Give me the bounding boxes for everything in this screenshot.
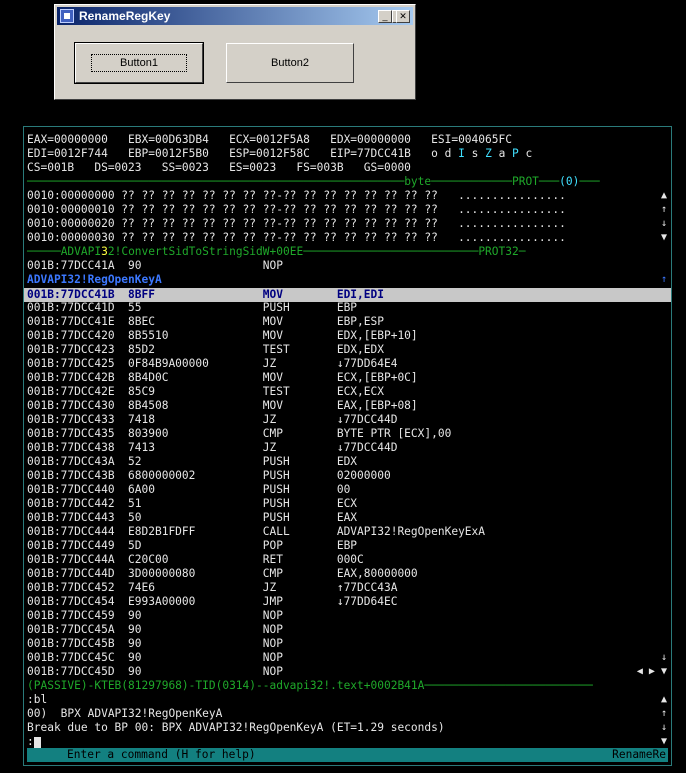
minimize-icon[interactable]: _ — [378, 10, 392, 23]
code-line[interactable]: 001B:77DCC43A 52 PUSH EDX — [27, 455, 357, 469]
code-line[interactable]: 001B:77DCC45B 90 NOP — [27, 637, 337, 651]
status-hint: Enter a command (H for help) — [67, 748, 256, 761]
command-output-line: Break due to BP 00: BPX ADVAPI32!RegOpen… — [27, 721, 445, 734]
scroll-down-icon[interactable]: ▼ — [661, 231, 667, 245]
segment-line: CS=001B DS=0023 SS=0023 ES=0023 FS=003B … — [27, 161, 411, 174]
register-text: EDI=0012F744 EBP=0012F5B0 ESP=0012F58C E… — [27, 147, 432, 160]
code-line[interactable]: 001B:77DCC44D 3D00000080 CMP EAX,8000000… — [27, 567, 418, 581]
status-bar: Enter a command (H for help) RenameRe — [27, 748, 668, 762]
scroll-up-icon[interactable]: ▲ — [661, 189, 667, 203]
cpu-flag: a — [498, 147, 513, 160]
softice-console: EAX=00000000 EBX=00D63DB4 ECX=0012F5A8 E… — [23, 126, 672, 766]
scroll-right-icon[interactable]: ◀ ▶ ▼ — [637, 665, 667, 679]
close-icon[interactable]: ✕ — [396, 10, 410, 23]
code-line[interactable]: 001B:77DCC435 803900 CMP BYTE PTR [ECX],… — [27, 427, 451, 441]
code-line[interactable]: 001B:77DCC423 85D2 TEST EDX,EDX — [27, 343, 384, 357]
scroll-down-icon[interactable]: ↓ — [661, 721, 667, 735]
code-line[interactable]: 001B:77DCC454 E993A00000 JMP ↓77DD64EC — [27, 595, 397, 609]
scroll-down-icon[interactable]: ↓ — [661, 651, 667, 665]
code-line[interactable]: 001B:77DCC443 50 PUSH EAX — [27, 511, 357, 525]
code-line[interactable]: 001B:77DCC42B 8B4D0C MOV ECX,[EBP+0C] — [27, 371, 418, 385]
code-line[interactable]: 001B:77DCC45A 90 NOP — [27, 623, 337, 637]
title-bar[interactable]: RenameRegKey _ □ — [57, 7, 413, 25]
code-line[interactable]: 001B:77DCC41E 8BEC MOV EBP,ESP — [27, 315, 384, 329]
cpu-flags: o d I s Z a P c — [431, 147, 532, 160]
cpu-flag: I — [458, 147, 472, 160]
function-header: ADVAPI32!RegOpenKeyA — [27, 273, 162, 286]
cpu-flag: c — [525, 147, 533, 160]
scroll-up-icon[interactable]: ▲ — [661, 693, 667, 707]
code-line[interactable]: 001B:77DCC425 0F84B9A00000 JZ ↓77DD64E4 — [27, 357, 397, 371]
scroll-down-icon[interactable]: ▼ — [661, 735, 667, 749]
app-icon[interactable] — [60, 9, 74, 23]
code-line[interactable]: 001B:77DCC440 6A00 PUSH 00 — [27, 483, 350, 497]
button1-label: Button1 — [91, 54, 187, 72]
scroll-up-icon[interactable]: ↑ — [661, 203, 667, 217]
data-row[interactable]: 0010:00000030 ?? ?? ?? ?? ?? ?? ?? ??-??… — [27, 231, 566, 245]
code-line[interactable]: 001B:77DCC452 74E6 JZ ↑77DCC43A — [27, 581, 397, 595]
cpu-flag: s — [471, 147, 486, 160]
current-instruction-text: 001B:77DCC41B 8BFF MOV EDI,EDI — [27, 288, 384, 301]
button2[interactable]: Button2 — [226, 43, 354, 83]
code-line[interactable]: 001B:77DCC449 5D POP EBP — [27, 539, 357, 553]
status-module: RenameRe — [612, 748, 666, 761]
protection-label: PROT — [511, 175, 539, 188]
protection-label: PROT32 — [478, 245, 519, 258]
cpu-flag: d — [444, 147, 459, 160]
code-line[interactable]: 001B:77DCC45D 90 NOP — [27, 665, 337, 679]
code-line[interactable]: 001B:77DCC430 8B4508 MOV EAX,[EBP+08] — [27, 399, 418, 413]
code-line[interactable]: 001B:77DCC433 7418 JZ ↓77DCC44D — [27, 413, 397, 427]
command-prompt[interactable]: : — [27, 735, 41, 749]
code-line[interactable]: 001B:77DCC43B 6800000002 PUSH 02000000 — [27, 469, 391, 483]
window-number: (0) — [559, 175, 580, 188]
code-line[interactable]: 001B:77DCC420 8B5510 MOV EDX,[EBP+10] — [27, 329, 418, 343]
code-line[interactable]: 001B:77DCC41D 55 PUSH EBP — [27, 301, 357, 315]
symbol-label: 2!ConvertSidToStringSidW+00EE — [107, 245, 304, 258]
text-cursor — [33, 736, 41, 748]
command-output-line: :bl — [27, 693, 48, 706]
scroll-up-icon[interactable]: ↑ — [661, 707, 667, 721]
code-line[interactable]: 001B:77DCC442 51 PUSH ECX — [27, 497, 357, 511]
cpu-flag: o — [431, 147, 445, 160]
button2-label: Button2 — [271, 57, 309, 69]
rename-reg-key-window: RenameRegKey _ □ ✕ Button1 Button2 — [54, 4, 416, 100]
module-label-highlight: 3 — [101, 245, 108, 258]
scroll-down-icon[interactable]: ↓ — [661, 217, 667, 231]
code-line[interactable]: 001B:77DCC459 90 NOP — [27, 609, 337, 623]
code-line[interactable]: 001B:77DCC444 E8D2B1FDFF CALL ADVAPI32!R… — [27, 525, 485, 539]
data-row[interactable]: 0010:00000000 ?? ?? ?? ?? ?? ?? ?? ??-??… — [27, 189, 566, 203]
register-line: EAX=00000000 EBX=00D63DB4 ECX=0012F5A8 E… — [27, 133, 512, 146]
code-line[interactable]: 001B:77DCC41A 90 NOP — [27, 259, 337, 273]
cpu-flag: P — [512, 147, 526, 160]
code-line[interactable]: 001B:77DCC42E 85C9 TEST ECX,ECX — [27, 385, 384, 399]
data-row[interactable]: 0010:00000020 ?? ?? ?? ?? ?? ?? ?? ??-??… — [27, 217, 566, 231]
code-window-separator: ─────ADVAPI32!ConvertSidToStringSidW+00E… — [27, 245, 526, 258]
register-line: EDI=0012F744 EBP=0012F5B0 ESP=0012F58C E… — [27, 147, 532, 161]
code-line[interactable]: 001B:77DCC45C 90 NOP — [27, 651, 337, 665]
cpu-flag: Z — [485, 147, 499, 160]
button1[interactable]: Button1 — [74, 42, 204, 84]
current-instruction[interactable]: 001B:77DCC41B 8BFF MOV EDI,EDI — [24, 288, 671, 302]
scroll-up-icon[interactable]: ↑ — [661, 273, 667, 287]
module-label: ADVAPI — [60, 245, 102, 258]
data-row[interactable]: 0010:00000010 ?? ?? ?? ?? ?? ?? ?? ??-??… — [27, 203, 566, 217]
thread-separator: (PASSIVE)-KTEB(81297968)-TID(0314)--adva… — [27, 679, 593, 692]
data-window-separator: ────────────────────────────────────────… — [27, 175, 600, 188]
code-line[interactable]: 001B:77DCC438 7413 JZ ↓77DCC44D — [27, 441, 397, 455]
data-format-label: byte — [404, 175, 432, 188]
window-title: RenameRegKey — [79, 9, 171, 23]
code-line[interactable]: 001B:77DCC44A C20C00 RET 000C — [27, 553, 364, 567]
command-output-line: 00) BPX ADVAPI32!RegOpenKeyA — [27, 707, 223, 720]
